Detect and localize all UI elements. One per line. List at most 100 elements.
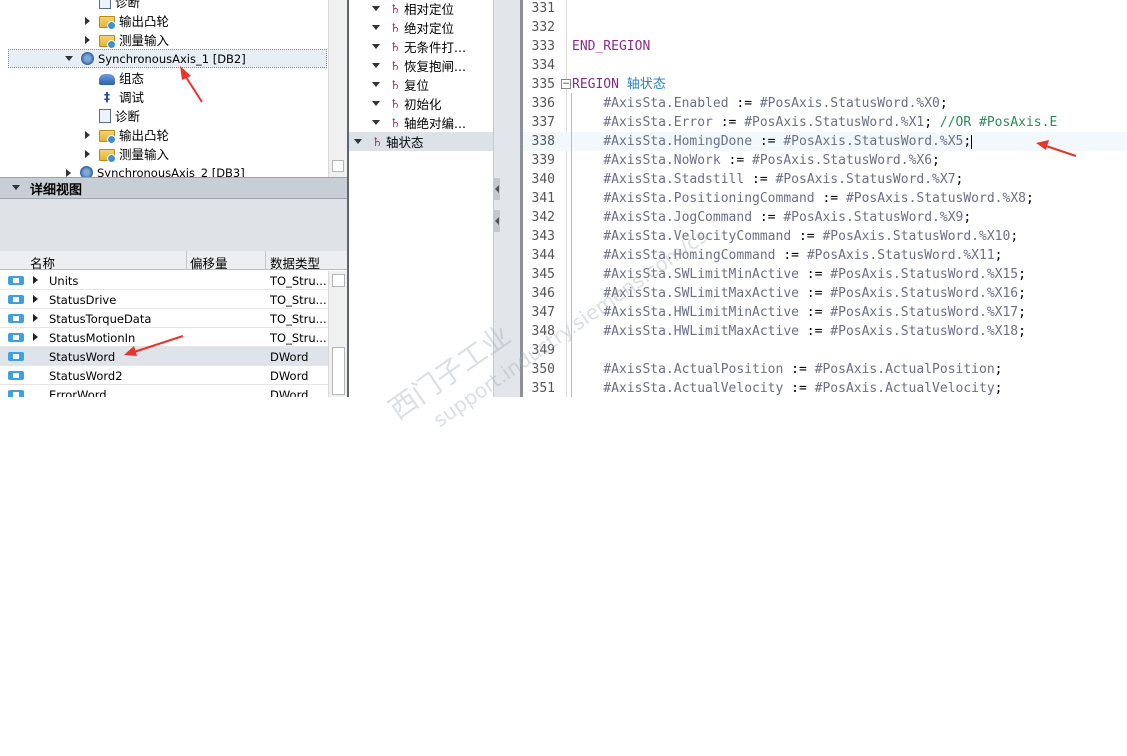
table-row[interactable]: ErrorWord DWord <box>0 385 328 397</box>
code-line[interactable]: 348 #AxisSta.HWLimitMaxActive := #PosAxi… <box>523 322 1127 341</box>
table-row[interactable]: StatusTorqueData TO_Stru... <box>0 309 328 328</box>
row-name: StatusMotionIn <box>49 331 136 345</box>
region-item[interactable]: ♄ 相对定位 <box>349 0 495 18</box>
code-text: #AxisSta.ActualPosition := #PosAxis.Actu… <box>603 362 1003 377</box>
region-item-label: 轴状态 <box>386 135 424 150</box>
region-item-label: 无条件打... <box>404 40 466 55</box>
line-number: 344 <box>531 248 555 263</box>
region-item[interactable]: ♄ 初始化 <box>349 94 495 113</box>
tree-item[interactable]: 组态 <box>83 68 144 87</box>
detail-view-header[interactable]: 详细视图 <box>0 177 347 199</box>
tree-item[interactable]: 输出凸轮 <box>83 125 169 144</box>
collapse-arrow-icon[interactable] <box>372 4 382 14</box>
code-line[interactable]: 340 #AxisSta.Stadstill := #PosAxis.Statu… <box>523 170 1127 189</box>
tree-item-label: 诊断 <box>115 109 141 124</box>
expand-arrow-icon[interactable] <box>64 168 74 178</box>
detail-view-scrollbar[interactable] <box>328 271 347 397</box>
expand-arrow-icon[interactable] <box>83 149 93 159</box>
column-name[interactable]: 名称 <box>30 253 55 272</box>
region-item[interactable]: ♄ 恢复抱闸... <box>349 56 495 75</box>
detail-view-column-header: 名称 偏移量 数据类型 <box>0 251 347 272</box>
collapse-arrow-icon[interactable] <box>65 54 75 64</box>
tree-item[interactable]: SynchronousAxis_1 [DB2] <box>8 49 327 68</box>
code-line[interactable]: 341 #AxisSta.PositioningCommand := #PosA… <box>523 189 1127 208</box>
line-number: 340 <box>531 172 555 187</box>
row-data-type: DWord <box>270 350 309 364</box>
fold-toggle-icon[interactable]: − <box>561 79 571 89</box>
region-item[interactable]: ♄ 复位 <box>349 75 495 94</box>
region-item-label: 相对定位 <box>404 2 455 17</box>
code-line[interactable]: 339 #AxisSta.NoWork := #PosAxis.StatusWo… <box>523 151 1127 170</box>
tree-item[interactable]: 诊断 <box>83 106 140 125</box>
table-row[interactable]: StatusDrive TO_Stru... <box>0 290 328 309</box>
detail-view-table: Units TO_Stru... StatusDrive TO_Stru... Stat… <box>0 271 328 397</box>
code-text: #AxisSta.HomingDone := #PosAxis.StatusWo… <box>603 134 973 149</box>
region-item[interactable]: ♄ 轴绝对编... <box>349 113 495 132</box>
collapse-arrow-icon[interactable] <box>12 183 22 193</box>
tree-item[interactable]: ‡ 调试 <box>83 87 144 106</box>
column-offset[interactable]: 偏移量 <box>190 253 228 272</box>
expand-arrow-icon[interactable] <box>33 314 38 322</box>
code-line[interactable]: 350 #AxisSta.ActualPosition := #PosAxis.… <box>523 360 1127 379</box>
fold-guide-line <box>571 93 572 397</box>
collapse-arrow-icon[interactable] <box>372 23 382 33</box>
tree-item[interactable]: 测量输入 <box>83 144 169 163</box>
collapse-arrow-icon[interactable] <box>372 99 382 109</box>
collapse-arrow-icon[interactable] <box>372 80 382 90</box>
code-line[interactable]: 331 <box>523 0 1127 18</box>
expand-arrow-icon[interactable] <box>83 35 93 45</box>
expand-arrow-icon[interactable] <box>83 130 93 140</box>
row-name: StatusWord <box>49 350 116 364</box>
region-icon: ♄ <box>390 96 401 111</box>
scroll-down-arrow-icon[interactable] <box>332 160 344 172</box>
project-tree-scrollbar[interactable] <box>328 0 347 177</box>
region-item-label: 复位 <box>404 78 430 93</box>
collapse-arrow-icon[interactable] <box>372 61 382 71</box>
collapse-arrow-icon[interactable] <box>354 137 364 147</box>
commissioning-icon: ‡ <box>104 89 110 104</box>
tree-item-label: 调试 <box>119 90 145 105</box>
expand-arrow-icon[interactable] <box>83 16 93 26</box>
row-data-type: TO_Stru... <box>270 274 327 288</box>
collapse-arrow-icon[interactable] <box>372 42 382 52</box>
splitter-collapse-arrow-icon[interactable] <box>494 178 500 200</box>
tree-item-label: SynchronousAxis_1 [DB2] <box>98 51 246 66</box>
line-number: 338 <box>531 134 555 149</box>
scroll-up-arrow-icon[interactable] <box>332 274 345 287</box>
expand-arrow-icon[interactable] <box>33 276 38 284</box>
region-item[interactable]: ♄ 轴状态 <box>349 132 495 151</box>
code-line[interactable]: 333 END_REGION <box>523 37 1127 56</box>
splitter-expand-arrow-icon[interactable] <box>494 210 500 232</box>
code-line[interactable]: 335 REGION 轴状态 − <box>523 75 1127 94</box>
row-name: Units <box>49 274 79 288</box>
table-row[interactable]: Units TO_Stru... <box>0 271 328 290</box>
code-line[interactable]: 337 #AxisSta.Error := #PosAxis.StatusWor… <box>523 113 1127 132</box>
code-line[interactable]: 334 <box>523 56 1127 75</box>
region-item[interactable]: ♄ 无条件打... <box>349 37 495 56</box>
collapse-arrow-icon[interactable] <box>372 118 382 128</box>
tree-item[interactable]: 输出凸轮 <box>83 11 169 30</box>
tag-icon <box>8 333 24 342</box>
column-data-type[interactable]: 数据类型 <box>270 253 320 272</box>
project-tree[interactable]: 诊断 输出凸轮 测量输入 SynchronousAxis_1 [DB2] 组态 ‡ 调试 诊断… <box>0 0 347 180</box>
expand-arrow-icon[interactable] <box>33 295 38 303</box>
scrollbar-thumb[interactable] <box>332 347 345 395</box>
code-editor[interactable]: 331 332 333 END_REGION 334 335 REGION 轴状态 − 336 … <box>523 0 1127 397</box>
row-data-type: DWord <box>270 369 309 383</box>
tree-item[interactable]: 诊断 <box>83 0 140 11</box>
diagnostics-icon <box>99 0 111 9</box>
code-line[interactable]: 351 #AxisSta.ActualVelocity := #PosAxis.… <box>523 379 1127 397</box>
table-row[interactable]: StatusMotionIn TO_Stru... <box>0 328 328 347</box>
code-line[interactable]: 342 #AxisSta.JogCommand := #PosAxis.Stat… <box>523 208 1127 227</box>
code-line[interactable]: 336 #AxisSta.Enabled := #PosAxis.StatusW… <box>523 94 1127 113</box>
tree-item[interactable]: 测量输入 <box>83 30 169 49</box>
region-item[interactable]: ♄ 绝对定位 <box>349 18 495 37</box>
expand-arrow-icon[interactable] <box>33 333 38 341</box>
table-row[interactable]: StatusWord2 DWord <box>0 366 328 385</box>
code-line[interactable]: 332 <box>523 18 1127 37</box>
table-row[interactable]: StatusWord DWord <box>0 347 328 366</box>
line-number: 336 <box>531 96 555 111</box>
tag-icon <box>8 276 24 285</box>
code-line[interactable]: 338 #AxisSta.HomingDone := #PosAxis.Stat… <box>523 132 1127 151</box>
code-line[interactable]: 349 <box>523 341 1127 360</box>
